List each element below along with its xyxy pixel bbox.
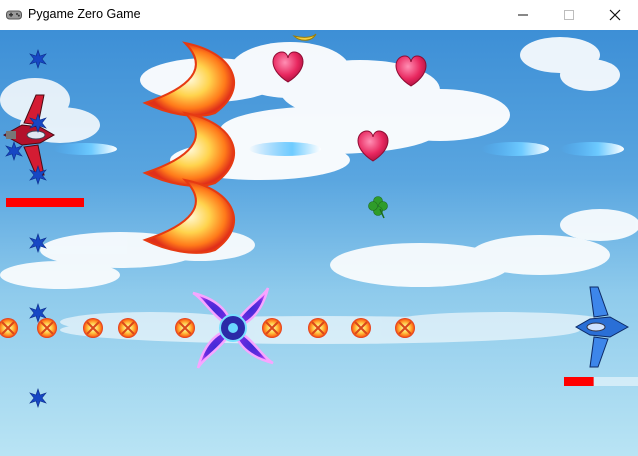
minimize-icon [518,14,528,16]
fireball-icon [395,318,415,338]
blue-snowflake-icon [29,388,47,408]
clouds [0,37,638,344]
fireball-icon [118,318,138,338]
blue-snowflake-icon [5,141,23,161]
blue-laser-bolt-icon [249,142,321,156]
fireball-icon [351,318,371,338]
banana-icon [292,33,317,41]
enemy-health-bar [564,377,594,386]
maximize-button[interactable] [546,0,592,30]
gamepad-icon [6,10,22,20]
window-title: Pygame Zero Game [28,7,141,21]
game-scene [0,33,638,408]
player-health-bar [6,198,84,207]
blue-laser-bolt-icon [560,142,624,156]
title-bar[interactable]: Pygame Zero Game [0,0,638,31]
fireball-icon [262,318,282,338]
game-canvas[interactable] [0,30,638,456]
heart-icon [357,130,389,162]
minimize-button[interactable] [500,0,546,30]
fireball-icon [0,318,18,338]
fireball-icon [175,318,195,338]
fireball-icon [308,318,328,338]
blue-laser-bolt-icon [481,142,549,156]
blue-laser-bolt-icon [53,143,117,155]
close-button[interactable] [592,0,638,30]
maximize-icon [564,10,574,20]
clover-icon [368,196,388,219]
close-icon [609,9,621,21]
game-window: Pygame Zero Game [0,0,638,456]
fire-crescent-icon [142,178,235,254]
blue-snowflake-icon [29,49,47,69]
blue-fighter-jet-icon[interactable] [574,286,630,368]
fireball-icon [37,318,57,338]
fireball-icon [83,318,103,338]
fire-crescent-icon [142,111,235,187]
